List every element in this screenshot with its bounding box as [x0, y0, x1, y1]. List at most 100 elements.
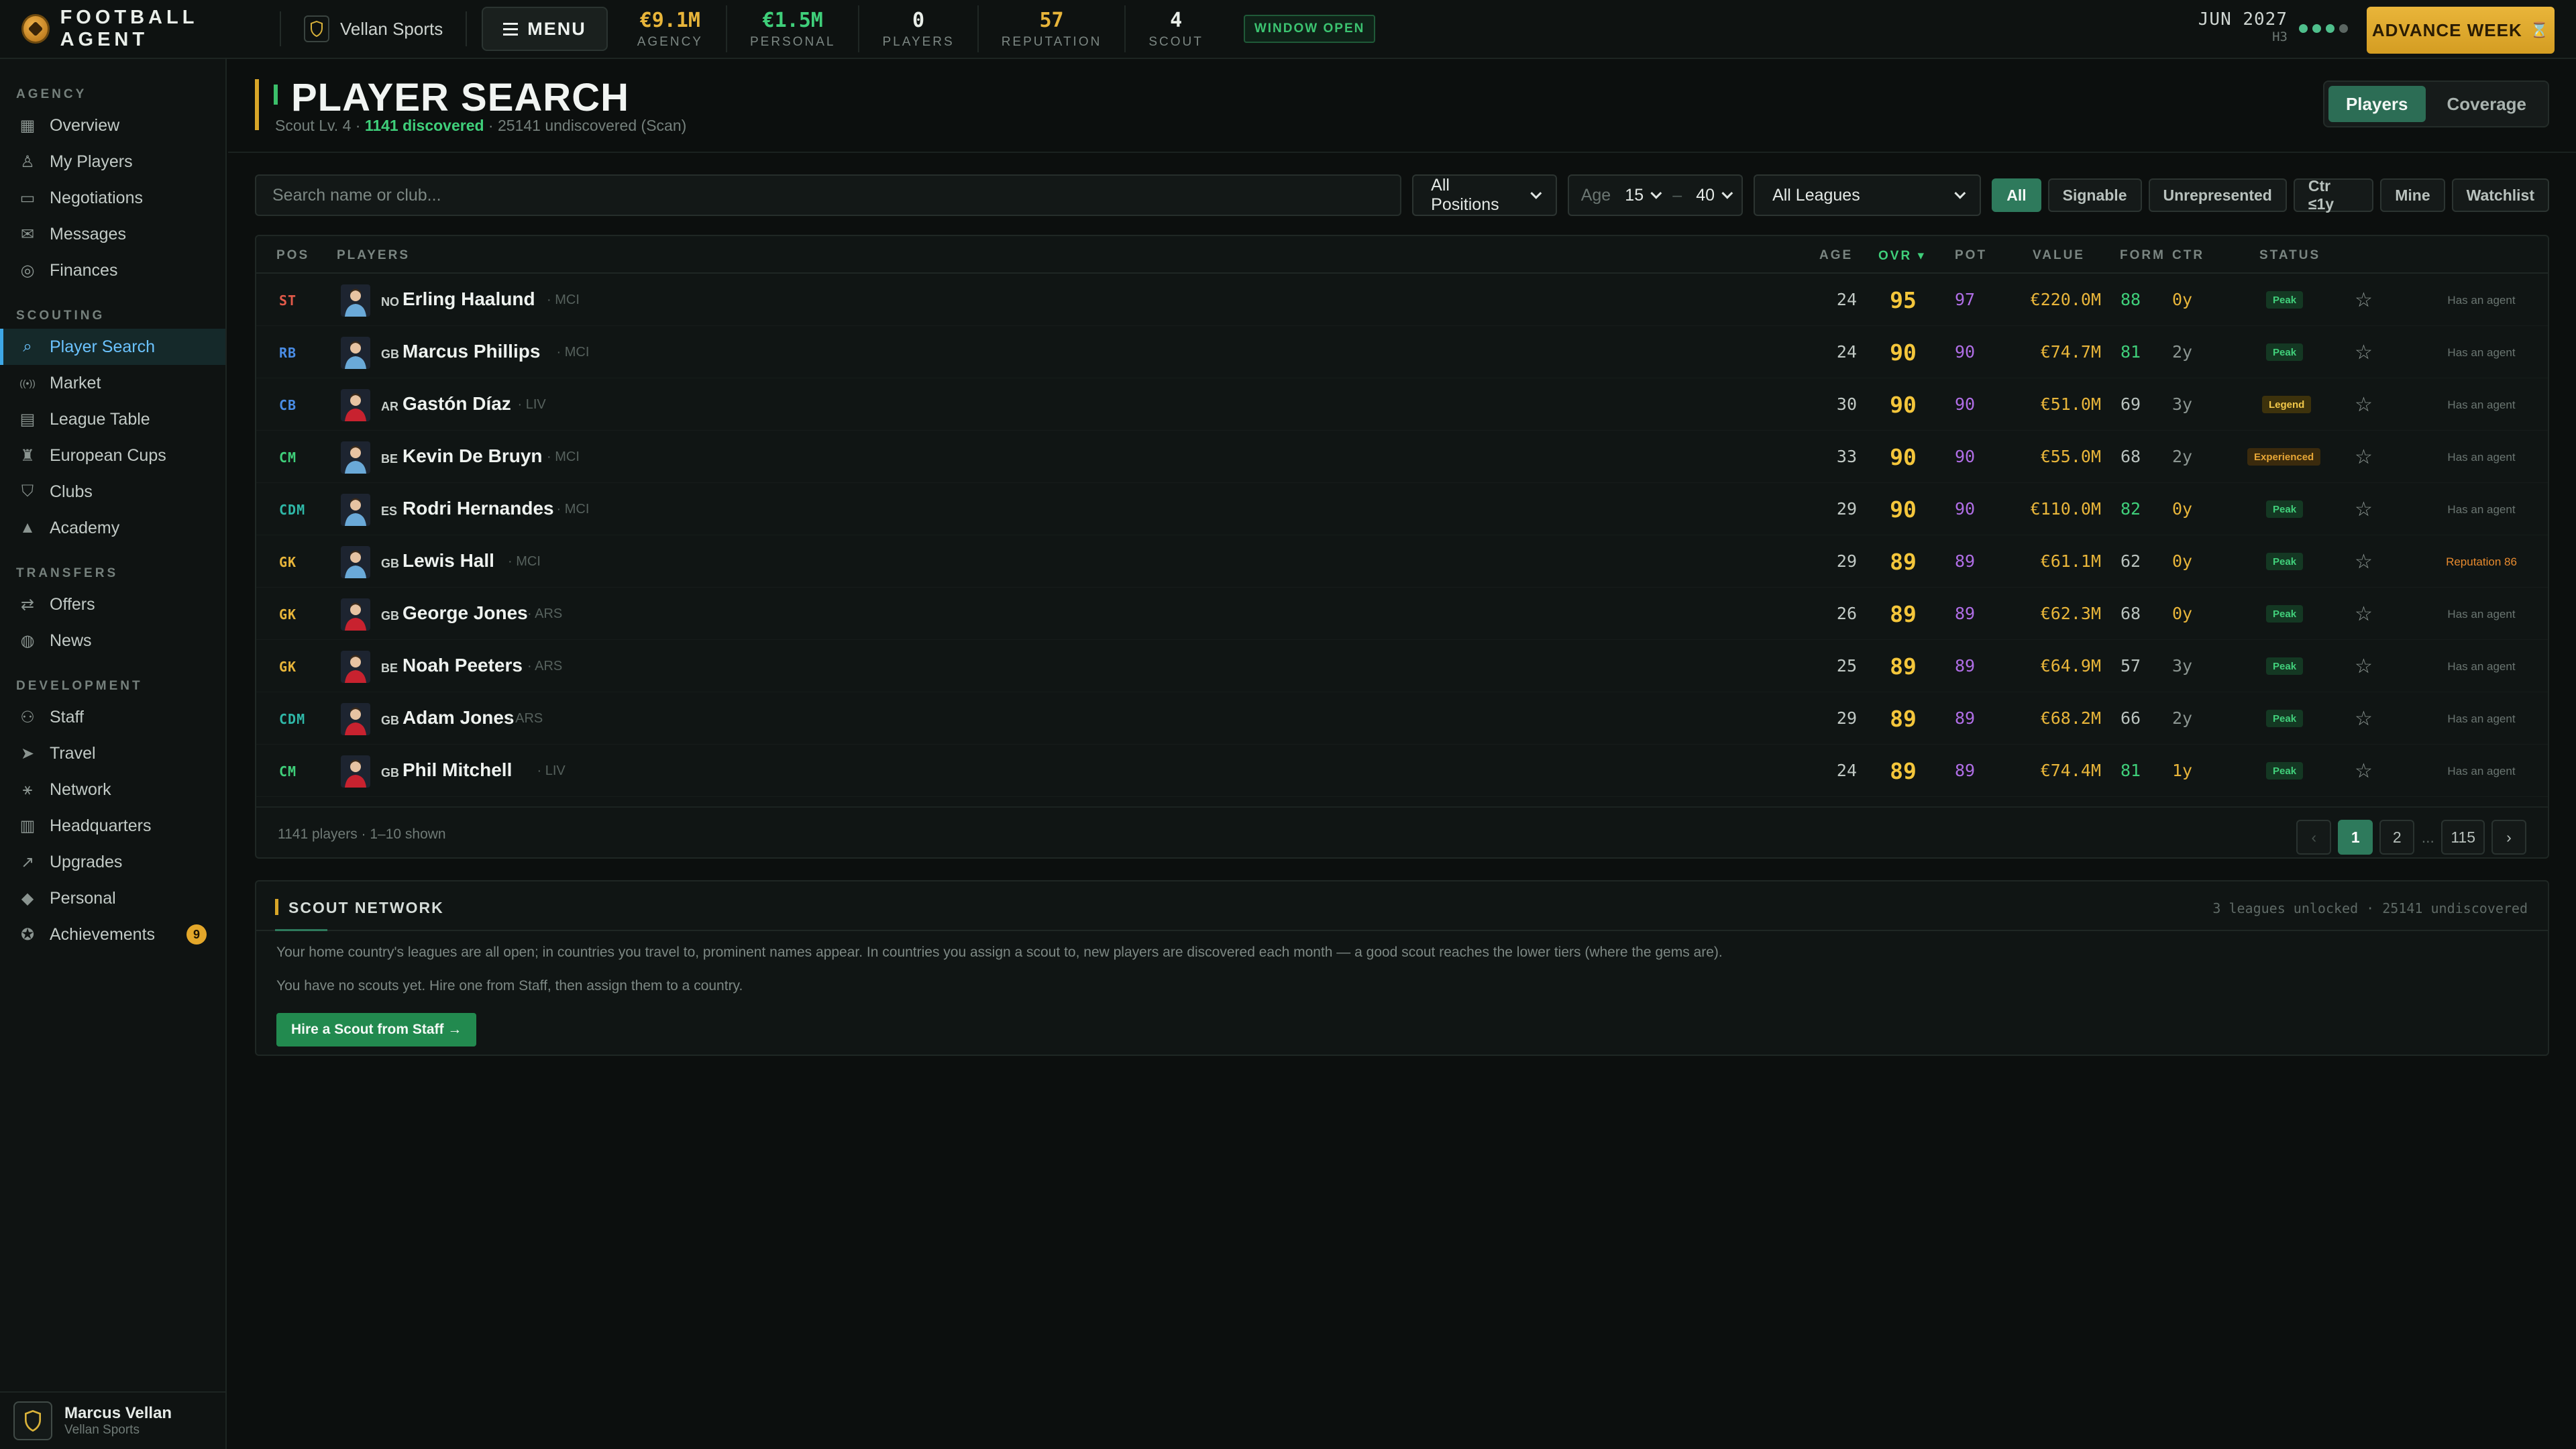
advance-week-label: ADVANCE WEEK [2371, 19, 2522, 40]
player-age: 26 [1836, 604, 1857, 623]
hire-scout-button[interactable]: Hire a Scout from Staff → [276, 1013, 477, 1046]
potential-rating: 89 [1954, 761, 1976, 780]
col-pos[interactable]: POS [276, 248, 309, 263]
age-min-select[interactable]: 15 [1625, 186, 1662, 205]
stat-value: 57 [1039, 8, 1064, 32]
sidebar-item-achievements[interactable]: ✪ Achievements 9 [0, 916, 225, 953]
user-profile[interactable]: Marcus Vellan Vellan Sports [0, 1391, 225, 1449]
player-name[interactable]: Lewis Hall [402, 550, 494, 572]
col-pot[interactable]: POT [1955, 248, 1987, 263]
col-value[interactable]: VALUE [2033, 248, 2085, 263]
age-range: Age 15 – 40 [1567, 174, 1743, 216]
star-icon[interactable]: ☆ [2355, 498, 2373, 521]
player-name[interactable]: Noah Peeters [402, 655, 523, 676]
sidebar-item-network[interactable]: ⚹ Network [0, 771, 225, 808]
view-toggle: Players Coverage [2322, 80, 2549, 127]
sidebar-item-player-search[interactable]: ⌕ Player Search [0, 329, 225, 365]
player-name[interactable]: Erling Haalund [402, 288, 535, 310]
next-page-button[interactable]: › [2491, 820, 2526, 855]
col-status[interactable]: STATUS [2259, 248, 2320, 263]
form-rating: 81 [2120, 342, 2141, 362]
page-title: PLAYER SEARCH [291, 76, 629, 119]
search-input[interactable]: Search name or club... [255, 174, 1402, 216]
stat-scout: 4 SCOUT [1124, 5, 1226, 52]
player-name[interactable]: George Jones [402, 602, 528, 624]
table-row[interactable]: GK BE Noah Peeters · ARS 25 89 89 €64.9M 3y 57 Pea… [256, 640, 2548, 692]
table-row[interactable]: CM BE Kevin De Bruyn · MCI 33 90 90 €55.0M 2y 68 E… [256, 431, 2548, 483]
star-icon[interactable]: ☆ [2355, 550, 2373, 574]
star-icon[interactable]: ☆ [2355, 759, 2373, 783]
player-name[interactable]: Kevin De Bruyn [402, 445, 543, 467]
sidebar-item-clubs[interactable]: ⛉ Clubs [0, 474, 225, 510]
star-icon[interactable]: ☆ [2355, 288, 2373, 312]
agency-switcher[interactable]: Vellan Sports [281, 15, 466, 42]
sidebar-item-negotiations[interactable]: ▭ Negotiations [0, 180, 225, 216]
table-row[interactable]: RB GB Marcus Phillips · MCI 24 90 90 €74.7M 2y 81… [256, 326, 2548, 378]
star-icon[interactable]: ☆ [2355, 655, 2373, 678]
star-icon[interactable]: ☆ [2355, 707, 2373, 731]
table-row[interactable]: CDM GB Adam Jones · ARS 29 89 89 €68.2M 2y 66 Peak… [256, 692, 2548, 745]
advance-week-button[interactable]: ADVANCE WEEK ⌛ [2367, 7, 2555, 54]
results-count: 1141 players · 1–10 shown [278, 826, 446, 842]
player-age: 25 [1836, 656, 1857, 676]
position-select[interactable]: All Positions [1412, 174, 1557, 216]
star-icon[interactable]: ☆ [2355, 602, 2373, 626]
filter-chip-4[interactable]: Ctr ≤1y [2293, 177, 2374, 213]
filter-chip-3[interactable]: Unrepresented [2148, 178, 2287, 212]
age-max-select[interactable]: 40 [1696, 186, 1733, 205]
age-separator: – [1672, 185, 1682, 205]
table-row[interactable]: GK GB George Jones · ARS 26 89 89 €62.3M 0y 68 Pea… [256, 588, 2548, 640]
form-rating: 57 [2120, 656, 2141, 676]
form-rating: 81 [2120, 761, 2141, 780]
player-avatar-icon [341, 494, 370, 526]
player-avatar-icon [341, 389, 370, 421]
player-name[interactable]: Rodri Hernandes [402, 498, 554, 519]
filter-chip-1[interactable]: All [1992, 178, 2041, 212]
star-icon[interactable]: ☆ [2355, 341, 2373, 364]
sidebar-item-overview[interactable]: ▦ Overview [0, 107, 225, 144]
filter-chip-5[interactable]: Mine [2380, 178, 2445, 212]
page-button[interactable]: 1 [2338, 820, 2373, 855]
sidebar-item-personal[interactable]: ◆ Personal [0, 880, 225, 916]
status-badge: Peak [2266, 605, 2304, 623]
league-select[interactable]: All Leagues [1754, 174, 1982, 216]
col-age[interactable]: AGE [1819, 248, 1853, 263]
menu-button[interactable]: MENU [482, 7, 608, 51]
tab-coverage[interactable]: Coverage [2430, 86, 2544, 122]
table-row[interactable]: ST NO Erling Haalund · MCI 24 95 97 €220.0M 0y 88… [256, 274, 2548, 326]
sidebar-item-my-players[interactable]: ♙ My Players [0, 144, 225, 180]
sidebar-item-offers[interactable]: ⇄ Offers [0, 586, 225, 623]
player-name[interactable]: Phil Mitchell [402, 759, 512, 781]
sidebar-item-label: Personal [50, 888, 116, 908]
col-form[interactable]: FORM [2120, 248, 2165, 263]
sidebar-item-league-table[interactable]: ▤ League Table [0, 401, 225, 437]
page-button[interactable]: 2 [2379, 820, 2415, 855]
col-ovr[interactable]: OVR ▾ [1878, 248, 1926, 264]
sidebar-item-news[interactable]: ◍ News [0, 623, 225, 659]
sidebar-item-finances[interactable]: ◎ Finances [0, 252, 225, 288]
table-row[interactable]: CB AR Gastón Díaz · LIV 30 90 90 €51.0M 3y 69 Lege… [256, 378, 2548, 431]
table-row[interactable]: GK GB Lewis Hall · MCI 29 89 89 €61.1M 0y 62 Peak ☆… [256, 535, 2548, 588]
player-name[interactable]: Adam Jones [402, 707, 515, 729]
sidebar-item-headquarters[interactable]: ▥ Headquarters [0, 808, 225, 844]
tab-players[interactable]: Players [2328, 86, 2426, 122]
table-row[interactable]: CM GB Phil Mitchell · LIV 24 89 89 €74.4M 1y 81 Pe… [256, 745, 2548, 797]
col-ctr[interactable]: CTR [2172, 248, 2204, 263]
table-row[interactable]: CDM ES Rodri Hernandes · MCI 29 90 90 €110.0M 0y… [256, 483, 2548, 535]
sidebar-item-travel[interactable]: ➤ Travel [0, 735, 225, 771]
filter-chip-2[interactable]: Signable [2047, 178, 2142, 212]
sidebar-item-messages[interactable]: ✉ Messages [0, 216, 225, 252]
page-button[interactable]: 115 [2441, 820, 2485, 855]
star-icon[interactable]: ☆ [2355, 445, 2373, 469]
prev-page-button[interactable]: ‹ [2296, 820, 2332, 855]
filter-chip-6[interactable]: Watchlist [2451, 178, 2550, 212]
col-players[interactable]: PLAYERS [337, 248, 410, 263]
sidebar-item-european-cups[interactable]: ♜ European Cups [0, 437, 225, 474]
player-name[interactable]: Gastón Díaz [402, 393, 511, 415]
player-name[interactable]: Marcus Phillips [402, 341, 540, 362]
sidebar-item-academy[interactable]: ▲ Academy [0, 510, 225, 546]
sidebar-item-market[interactable]: ((•)) Market [0, 365, 225, 401]
star-icon[interactable]: ☆ [2355, 393, 2373, 417]
sidebar-item-staff[interactable]: ⚇ Staff [0, 699, 225, 735]
sidebar-item-upgrades[interactable]: ↗ Upgrades [0, 844, 225, 880]
